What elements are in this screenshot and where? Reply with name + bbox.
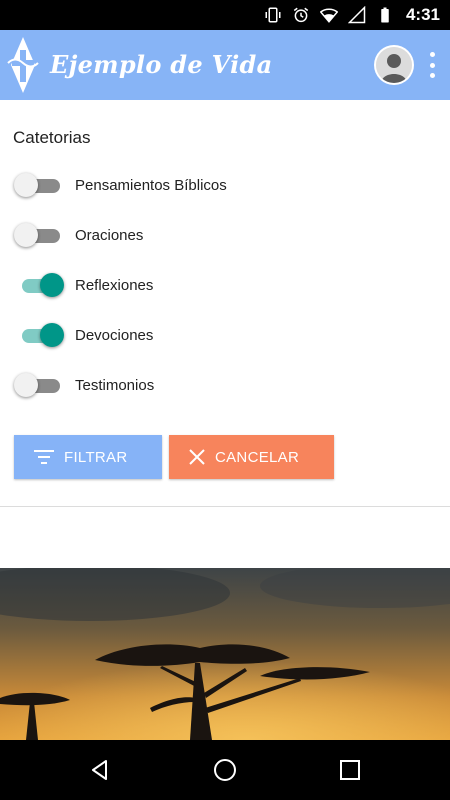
cancel-button-label: CANCELAR (215, 448, 300, 466)
cancel-button[interactable]: CANCELAR (169, 435, 334, 479)
status-icons: 4:31 (264, 0, 440, 30)
category-label: Devociones (75, 326, 154, 344)
signal-icon (347, 6, 366, 24)
overflow-menu-icon[interactable] (426, 52, 438, 78)
category-row[interactable]: Reflexiones (14, 270, 314, 300)
avatar-icon[interactable] (374, 45, 414, 85)
battery-icon (381, 7, 389, 23)
category-row[interactable]: Pensamientos Bíblicos (14, 170, 314, 200)
filter-icon (34, 450, 54, 464)
recents-icon[interactable] (338, 758, 362, 782)
filter-button[interactable]: FILTRAR (14, 435, 162, 479)
hero-image[interactable] (0, 568, 450, 740)
category-label: Oraciones (75, 226, 144, 244)
status-bar: 4:31 (0, 0, 450, 30)
wifi-icon (319, 8, 338, 23)
filter-button-label: FILTRAR (64, 448, 128, 466)
navigation-bar (0, 740, 450, 800)
home-icon[interactable] (213, 758, 237, 782)
category-toggle[interactable] (14, 320, 64, 350)
alarm-icon (293, 7, 309, 23)
divider (0, 506, 450, 507)
category-toggle[interactable] (14, 170, 64, 200)
app-bar: Ejemplo de Vida (0, 30, 450, 100)
avatar-silhouette (376, 47, 412, 83)
category-row[interactable]: Devociones (14, 320, 314, 350)
back-icon[interactable] (88, 758, 112, 782)
category-row[interactable]: Oraciones (14, 220, 314, 250)
vibrate-icon (265, 7, 281, 23)
category-toggle[interactable] (14, 270, 64, 300)
app-title: Ejemplo de Vida (50, 50, 273, 79)
category-toggle[interactable] (14, 220, 64, 250)
category-label: Reflexiones (75, 276, 154, 294)
category-row[interactable]: Testimonios (14, 370, 314, 400)
status-time: 4:31 (405, 5, 440, 24)
logo-cross-icon[interactable] (6, 36, 40, 94)
category-label: Pensamientos Bíblicos (75, 176, 227, 194)
category-label: Testimonios (75, 376, 155, 394)
category-toggle[interactable] (14, 370, 64, 400)
categories-heading: Catetorias (13, 128, 91, 147)
close-icon (189, 449, 205, 465)
